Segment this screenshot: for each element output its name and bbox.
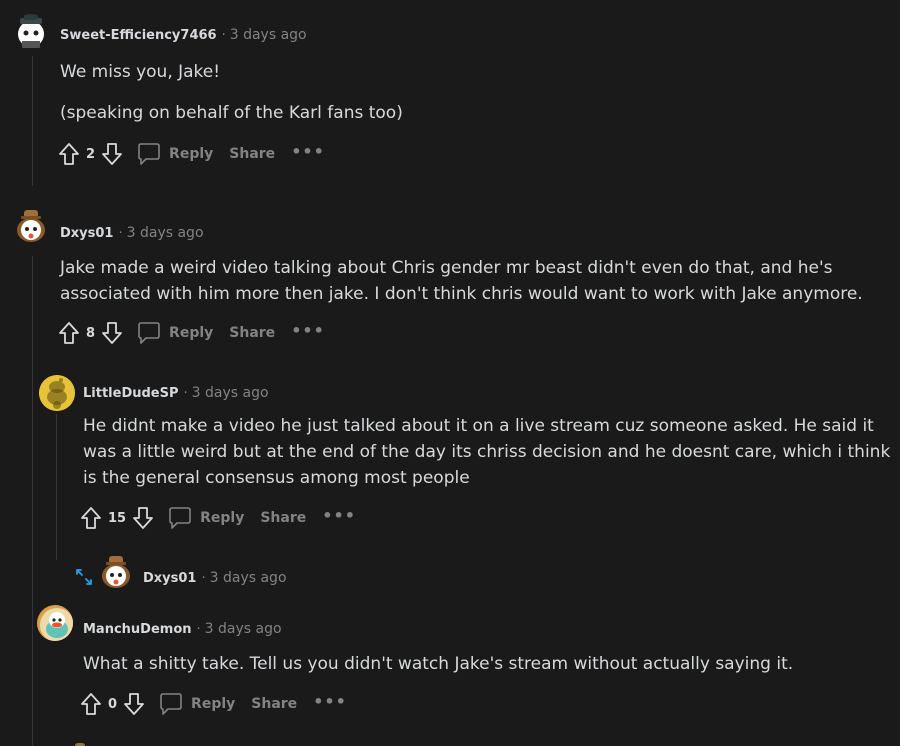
comment-bubble-icon [138,322,160,344]
avatar-snoo-icon [37,605,73,641]
avatar-snoo-icon [17,210,45,242]
upvote-icon[interactable] [80,506,102,530]
username[interactable]: LittleDudeSP [83,386,179,401]
avatar[interactable] [13,208,49,244]
upvote-icon[interactable] [80,692,102,716]
comment-line: associated with him more then jake. I do… [60,284,863,304]
expand-icon[interactable] [74,567,94,591]
avatar-snoo-icon [18,14,44,48]
comment-line: was a little weird but at the end of the… [83,442,891,462]
comment-body: (speaking on behalf of the Karl fans too… [60,100,403,126]
thread-line[interactable] [32,256,33,746]
separator-dot: · [201,570,206,586]
share-button[interactable]: Share [260,510,306,526]
comment-line: We miss you, Jake! [60,62,221,82]
avatar-snoo-icon [102,556,130,588]
comment-body: We miss you, Jake! [60,59,220,85]
username[interactable]: ManchuDemon [83,622,192,637]
avatar[interactable] [72,736,88,746]
timestamp[interactable]: 3 days ago [192,385,269,401]
share-button[interactable]: Share [229,146,275,162]
comment-line: is the general consensus among most peop… [83,468,470,488]
more-options-icon[interactable]: ••• [313,692,347,711]
timestamp[interactable]: 3 days ago [205,621,282,637]
username[interactable]: Sweet-Efficiency7466 [60,28,217,43]
timestamp[interactable]: 3 days ago [210,570,287,586]
comment-actions: 15 Reply Share ••• [80,503,356,533]
comment-bubble-icon [160,693,182,715]
comment-bubble-icon [169,507,191,529]
share-button[interactable]: Share [251,696,297,712]
comment-line: Jake made a weird video talking about Ch… [60,258,833,278]
vote-count: 0 [108,696,118,712]
comment-line: What a shitty take. Tell us you didn't w… [83,654,794,674]
avatar-snoo-icon [75,743,85,746]
vote-count: 15 [108,510,127,526]
separator-dot: · [221,27,226,43]
thread-line[interactable] [32,56,33,186]
username[interactable]: Dxys01 [60,226,113,241]
reply-button[interactable]: Reply [137,143,213,165]
downvote-icon[interactable] [101,321,123,345]
reply-button[interactable]: Reply [168,507,244,529]
comment-line: He didnt make a video he just talked abo… [83,416,874,436]
avatar-snoo-icon [39,375,75,411]
more-options-icon[interactable]: ••• [291,321,325,340]
comment-header: Dxys01 · 3 days ago [143,570,287,586]
more-options-icon[interactable]: ••• [291,142,325,161]
avatar[interactable] [13,14,49,50]
vote-count: 8 [86,325,96,341]
comment-body: What a shitty take. Tell us you didn't w… [83,651,793,677]
downvote-icon[interactable] [101,142,123,166]
comment-actions: 0 Reply Share ••• [80,689,347,719]
more-options-icon[interactable]: ••• [322,506,356,525]
share-button[interactable]: Share [229,325,275,341]
comment-actions: 8 Reply Share ••• [58,318,325,348]
upvote-icon[interactable] [58,142,80,166]
comment-body: Jake made a weird video talking about Ch… [60,255,863,307]
avatar[interactable] [98,554,134,590]
downvote-icon[interactable] [123,692,145,716]
separator-dot: · [183,385,188,401]
reply-label: Reply [169,325,214,341]
avatar[interactable] [39,375,75,411]
comment-header: LittleDudeSP · 3 days ago [83,385,269,401]
downvote-icon[interactable] [132,506,154,530]
separator-dot: · [196,621,201,637]
comment-header: Dxys01 · 3 days ago [60,225,204,241]
reply-label: Reply [169,146,214,162]
avatar[interactable] [37,605,73,641]
comment-body: He didnt make a video he just talked abo… [83,413,890,491]
reply-button[interactable]: Reply [137,322,213,344]
comment-actions: 2 Reply Share ••• [58,139,325,169]
vote-count: 2 [86,146,96,162]
comment-bubble-icon [138,143,160,165]
upvote-icon[interactable] [58,321,80,345]
thread-line[interactable] [56,414,57,560]
timestamp[interactable]: 3 days ago [230,27,307,43]
username[interactable]: Dxys01 [143,571,196,586]
comment-line: (speaking on behalf of the Karl fans too… [60,103,403,123]
comment-header: ManchuDemon · 3 days ago [83,621,282,637]
comment-header: Sweet-Efficiency7466 · 3 days ago [60,27,307,43]
reply-button[interactable]: Reply [159,693,235,715]
separator-dot: · [118,225,123,241]
timestamp[interactable]: 3 days ago [127,225,204,241]
reply-label: Reply [191,696,236,712]
reply-label: Reply [200,510,245,526]
